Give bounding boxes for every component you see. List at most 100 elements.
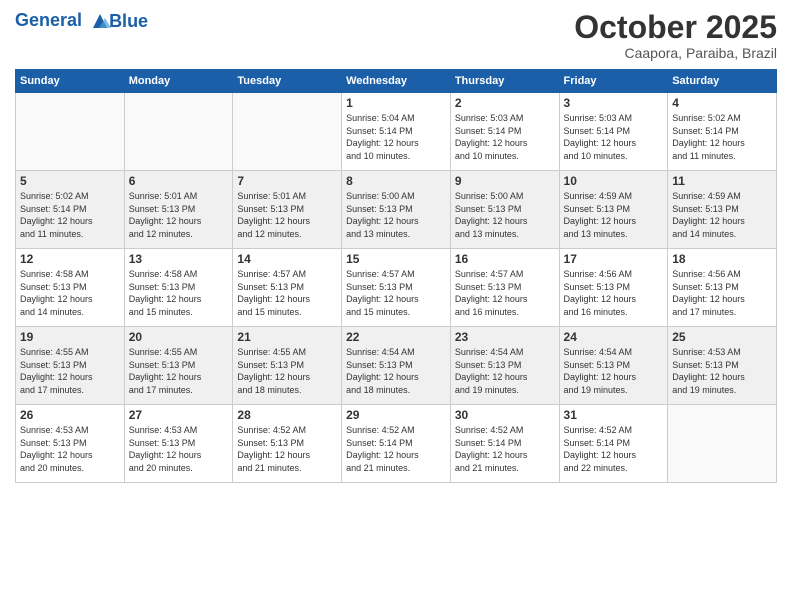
day-info: Sunrise: 4:54 AM Sunset: 5:13 PM Dayligh…	[455, 346, 555, 396]
day-number: 13	[129, 252, 229, 266]
location: Caapora, Paraiba, Brazil	[574, 45, 777, 61]
day-info: Sunrise: 5:04 AM Sunset: 5:14 PM Dayligh…	[346, 112, 446, 162]
calendar-cell: 24 Sunrise: 4:54 AM Sunset: 5:13 PM Dayli…	[559, 327, 668, 405]
day-info: Sunrise: 4:59 AM Sunset: 5:13 PM Dayligh…	[672, 190, 772, 240]
day-number: 24	[564, 330, 664, 344]
calendar-week-4: 19 Sunrise: 4:55 AM Sunset: 5:13 PM Dayli…	[16, 327, 777, 405]
day-number: 15	[346, 252, 446, 266]
weekday-header-thursday: Thursday	[450, 70, 559, 93]
day-number: 12	[20, 252, 120, 266]
day-info: Sunrise: 4:53 AM Sunset: 5:13 PM Dayligh…	[20, 424, 120, 474]
calendar-cell: 10 Sunrise: 4:59 AM Sunset: 5:13 PM Dayli…	[559, 171, 668, 249]
title-block: October 2025 Caapora, Paraiba, Brazil	[574, 10, 777, 61]
day-number: 20	[129, 330, 229, 344]
calendar-week-3: 12 Sunrise: 4:58 AM Sunset: 5:13 PM Dayli…	[16, 249, 777, 327]
calendar-cell: 22 Sunrise: 4:54 AM Sunset: 5:13 PM Dayli…	[342, 327, 451, 405]
calendar-cell: 20 Sunrise: 4:55 AM Sunset: 5:13 PM Dayli…	[124, 327, 233, 405]
calendar-cell: 1 Sunrise: 5:04 AM Sunset: 5:14 PM Daylig…	[342, 93, 451, 171]
calendar-cell: 25 Sunrise: 4:53 AM Sunset: 5:13 PM Dayli…	[668, 327, 777, 405]
day-info: Sunrise: 4:55 AM Sunset: 5:13 PM Dayligh…	[237, 346, 337, 396]
day-info: Sunrise: 4:57 AM Sunset: 5:13 PM Dayligh…	[237, 268, 337, 318]
calendar-cell	[233, 93, 342, 171]
day-info: Sunrise: 4:52 AM Sunset: 5:14 PM Dayligh…	[346, 424, 446, 474]
calendar-cell: 21 Sunrise: 4:55 AM Sunset: 5:13 PM Dayli…	[233, 327, 342, 405]
day-number: 22	[346, 330, 446, 344]
day-info: Sunrise: 5:02 AM Sunset: 5:14 PM Dayligh…	[672, 112, 772, 162]
calendar-cell: 5 Sunrise: 5:02 AM Sunset: 5:14 PM Daylig…	[16, 171, 125, 249]
calendar-cell	[668, 405, 777, 483]
calendar-cell: 23 Sunrise: 4:54 AM Sunset: 5:13 PM Dayli…	[450, 327, 559, 405]
calendar-cell: 15 Sunrise: 4:57 AM Sunset: 5:13 PM Dayli…	[342, 249, 451, 327]
calendar-cell: 31 Sunrise: 4:52 AM Sunset: 5:14 PM Dayli…	[559, 405, 668, 483]
day-number: 7	[237, 174, 337, 188]
calendar-cell: 17Sunrise: 4:56 AM Sunset: 5:13 PM Dayli…	[559, 249, 668, 327]
day-info: Sunrise: 5:02 AM Sunset: 5:14 PM Dayligh…	[20, 190, 120, 240]
day-number: 8	[346, 174, 446, 188]
calendar-cell: 18 Sunrise: 4:56 AM Sunset: 5:13 PM Dayli…	[668, 249, 777, 327]
day-number: 5	[20, 174, 120, 188]
day-number: 21	[237, 330, 337, 344]
calendar-cell: 29 Sunrise: 4:52 AM Sunset: 5:14 PM Dayli…	[342, 405, 451, 483]
day-info: Sunrise: 4:55 AM Sunset: 5:13 PM Dayligh…	[20, 346, 120, 396]
calendar-cell: 12Sunrise: 4:58 AM Sunset: 5:13 PM Dayli…	[16, 249, 125, 327]
weekday-header-sunday: Sunday	[16, 70, 125, 93]
calendar-cell	[16, 93, 125, 171]
calendar-cell: 6Sunrise: 5:01 AM Sunset: 5:13 PM Daylig…	[124, 171, 233, 249]
logo-blue: Blue	[109, 11, 148, 32]
day-info: Sunrise: 4:56 AM Sunset: 5:13 PM Dayligh…	[564, 268, 664, 318]
day-number: 18	[672, 252, 772, 266]
header: General Blue October 2025 Caapora, Parai…	[15, 10, 777, 61]
day-info: Sunrise: 4:57 AM Sunset: 5:13 PM Dayligh…	[346, 268, 446, 318]
day-number: 6	[129, 174, 229, 188]
calendar-cell: 8Sunrise: 5:00 AM Sunset: 5:13 PM Daylig…	[342, 171, 451, 249]
day-info: Sunrise: 4:54 AM Sunset: 5:13 PM Dayligh…	[346, 346, 446, 396]
calendar-cell: 13 Sunrise: 4:58 AM Sunset: 5:13 PM Dayli…	[124, 249, 233, 327]
logo-icon	[89, 10, 111, 32]
month-title: October 2025	[574, 10, 777, 45]
day-info: Sunrise: 4:57 AM Sunset: 5:13 PM Dayligh…	[455, 268, 555, 318]
day-info: Sunrise: 5:03 AM Sunset: 5:14 PM Dayligh…	[455, 112, 555, 162]
calendar-cell: 11 Sunrise: 4:59 AM Sunset: 5:13 PM Dayli…	[668, 171, 777, 249]
logo-text: General	[15, 10, 111, 32]
day-number: 25	[672, 330, 772, 344]
page: General Blue October 2025 Caapora, Parai…	[0, 0, 792, 612]
day-number: 23	[455, 330, 555, 344]
day-info: Sunrise: 4:54 AM Sunset: 5:13 PM Dayligh…	[564, 346, 664, 396]
calendar-cell: 4Sunrise: 5:02 AM Sunset: 5:14 PM Daylig…	[668, 93, 777, 171]
calendar-table: SundayMondayTuesdayWednesdayThursdayFrid…	[15, 69, 777, 483]
weekday-header-row: SundayMondayTuesdayWednesdayThursdayFrid…	[16, 70, 777, 93]
day-info: Sunrise: 4:53 AM Sunset: 5:13 PM Dayligh…	[129, 424, 229, 474]
day-info: Sunrise: 4:52 AM Sunset: 5:14 PM Dayligh…	[564, 424, 664, 474]
weekday-header-monday: Monday	[124, 70, 233, 93]
calendar-cell: 3Sunrise: 5:03 AM Sunset: 5:14 PM Daylig…	[559, 93, 668, 171]
day-number: 29	[346, 408, 446, 422]
calendar-cell: 30Sunrise: 4:52 AM Sunset: 5:14 PM Dayli…	[450, 405, 559, 483]
weekday-header-saturday: Saturday	[668, 70, 777, 93]
day-info: Sunrise: 4:52 AM Sunset: 5:14 PM Dayligh…	[455, 424, 555, 474]
calendar-cell: 9Sunrise: 5:00 AM Sunset: 5:13 PM Daylig…	[450, 171, 559, 249]
calendar-week-2: 5 Sunrise: 5:02 AM Sunset: 5:14 PM Daylig…	[16, 171, 777, 249]
weekday-header-wednesday: Wednesday	[342, 70, 451, 93]
logo: General Blue	[15, 10, 148, 32]
day-number: 10	[564, 174, 664, 188]
day-number: 16	[455, 252, 555, 266]
day-info: Sunrise: 4:58 AM Sunset: 5:13 PM Dayligh…	[129, 268, 229, 318]
day-info: Sunrise: 4:56 AM Sunset: 5:13 PM Dayligh…	[672, 268, 772, 318]
calendar-cell: 28Sunrise: 4:52 AM Sunset: 5:13 PM Dayli…	[233, 405, 342, 483]
day-number: 11	[672, 174, 772, 188]
calendar-week-1: 1 Sunrise: 5:04 AM Sunset: 5:14 PM Daylig…	[16, 93, 777, 171]
day-number: 26	[20, 408, 120, 422]
day-info: Sunrise: 4:52 AM Sunset: 5:13 PM Dayligh…	[237, 424, 337, 474]
day-number: 1	[346, 96, 446, 110]
day-info: Sunrise: 4:53 AM Sunset: 5:13 PM Dayligh…	[672, 346, 772, 396]
day-info: Sunrise: 4:55 AM Sunset: 5:13 PM Dayligh…	[129, 346, 229, 396]
day-info: Sunrise: 4:59 AM Sunset: 5:13 PM Dayligh…	[564, 190, 664, 240]
day-number: 9	[455, 174, 555, 188]
calendar-cell: 14Sunrise: 4:57 AM Sunset: 5:13 PM Dayli…	[233, 249, 342, 327]
day-number: 19	[20, 330, 120, 344]
day-number: 31	[564, 408, 664, 422]
weekday-header-friday: Friday	[559, 70, 668, 93]
day-number: 2	[455, 96, 555, 110]
calendar-cell: 27Sunrise: 4:53 AM Sunset: 5:13 PM Dayli…	[124, 405, 233, 483]
day-info: Sunrise: 5:01 AM Sunset: 5:13 PM Dayligh…	[237, 190, 337, 240]
